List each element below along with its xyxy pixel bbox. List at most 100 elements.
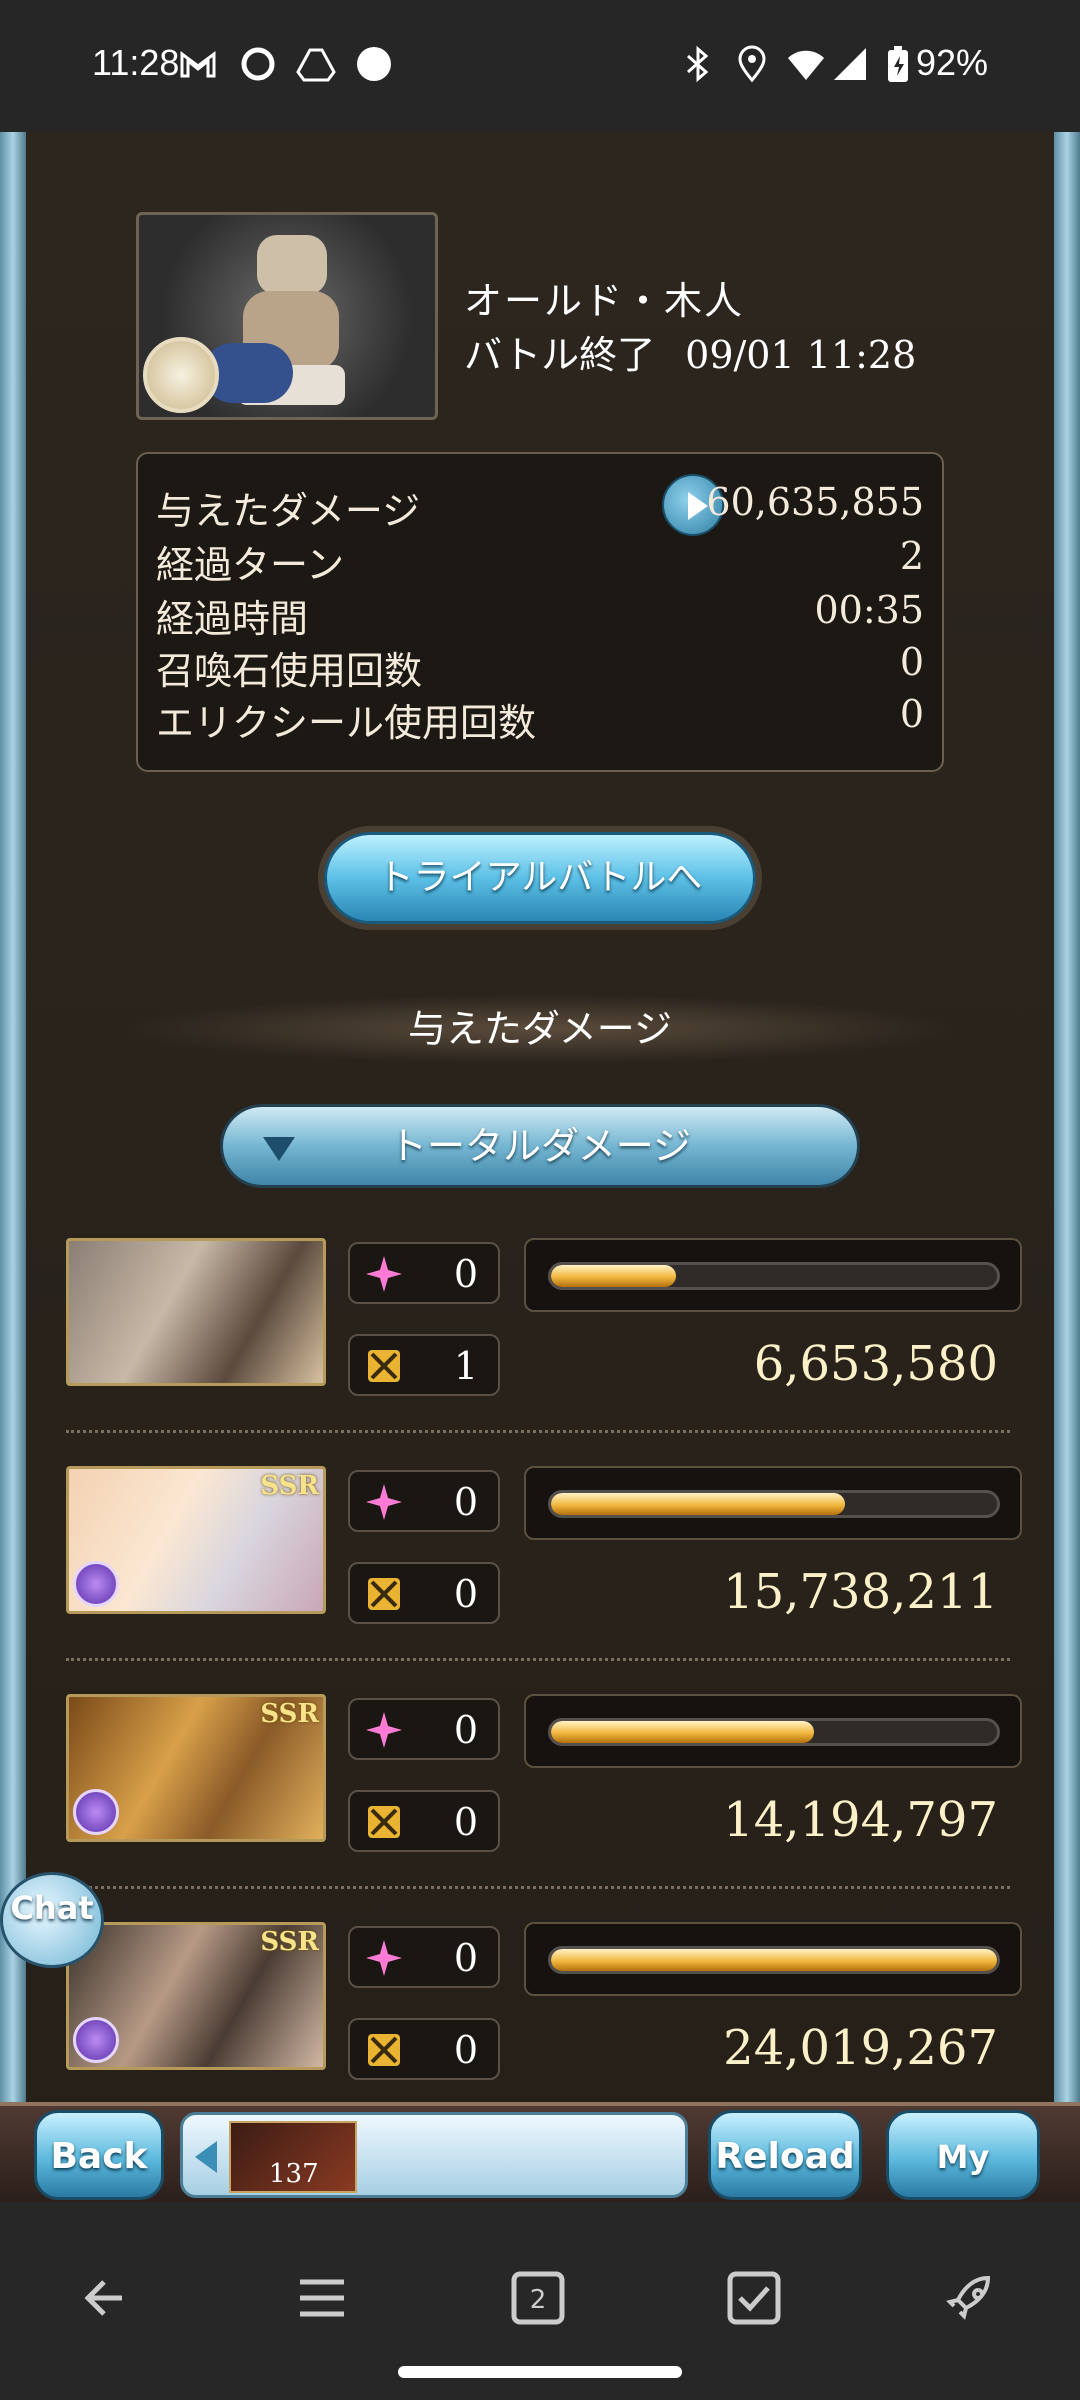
skill-counter: 0 xyxy=(348,1562,500,1624)
boss-portrait xyxy=(136,212,438,420)
frame-rail-left xyxy=(0,132,26,2102)
row-divider xyxy=(66,1886,1010,1889)
reload-button[interactable]: Reload xyxy=(708,2110,862,2200)
skill-count: 0 xyxy=(453,2028,478,2072)
damage-bar xyxy=(524,1238,1022,1312)
sparkle-icon xyxy=(366,1940,402,1976)
stat-label: 経過時間 xyxy=(156,597,309,641)
svg-text:2: 2 xyxy=(530,2285,547,2315)
battle-end-timestamp: 09/01 11:28 xyxy=(685,333,917,377)
damage-bar-fill xyxy=(551,1265,676,1287)
menu-icon[interactable] xyxy=(292,2268,352,2328)
home-indicator[interactable] xyxy=(398,2366,682,2378)
element-badge-icon xyxy=(143,337,219,413)
wifi-icon xyxy=(788,50,824,80)
damage-bar xyxy=(524,1922,1022,1996)
signal-icon xyxy=(834,48,866,80)
charge-attack-count: 0 xyxy=(453,1936,478,1980)
location-icon xyxy=(738,45,766,83)
battle-end-label: バトル終了 xyxy=(464,333,656,377)
row-divider xyxy=(66,1658,1010,1661)
game-viewport: オールド・木人 バトル終了 09/01 11:28 与えたダメージ 60,635,… xyxy=(0,132,1080,2202)
status-time: 11:28 xyxy=(92,42,180,83)
skill-count: 0 xyxy=(453,1800,478,1844)
drive-icon xyxy=(296,48,336,82)
tabs-icon[interactable]: 2 xyxy=(508,2268,568,2328)
quest-count: 137 xyxy=(269,2159,319,2189)
battery-percentage: 92% xyxy=(915,42,988,83)
stat-row-turns: 経過ターン 2 xyxy=(156,534,924,587)
stat-value: 0 xyxy=(899,640,924,684)
sparkle-icon xyxy=(366,1256,402,1292)
sparkle-icon xyxy=(366,1712,402,1748)
damage-type-dropdown[interactable]: トータルダメージ xyxy=(220,1104,860,1188)
battery-icon xyxy=(888,46,908,82)
frame-rail-right xyxy=(1054,132,1080,2102)
skill-counter: 1 xyxy=(348,1334,500,1396)
mypage-button[interactable]: My page xyxy=(886,2110,1040,2200)
party-member-row: 0 1 6,653,580 xyxy=(66,1238,1022,1466)
stat-value: 0 xyxy=(899,692,924,736)
charge-attack-counter: 0 xyxy=(348,1470,500,1532)
status-bar: 11:28 92% xyxy=(0,0,1080,132)
chat-button[interactable]: Chat xyxy=(0,1872,104,1968)
dark-element-icon xyxy=(73,1789,119,1835)
record-dot-icon xyxy=(357,47,391,81)
row-divider xyxy=(66,1430,1010,1433)
skill-count: 1 xyxy=(453,1344,478,1388)
damage-value: 24,019,267 xyxy=(723,2020,998,2076)
stat-row-elixirs: エリクシール使用回数 0 xyxy=(156,692,924,745)
stat-value: 2 xyxy=(899,534,924,578)
stat-label: エリクシール使用回数 xyxy=(156,701,537,745)
stat-row-summons: 召喚石使用回数 0 xyxy=(156,640,924,693)
charge-attack-counter: 0 xyxy=(348,1926,500,1988)
skill-count: 0 xyxy=(453,1572,478,1616)
character-portrait[interactable]: SSR xyxy=(66,1694,326,1842)
boss-name: オールド・木人 xyxy=(464,279,745,323)
damage-value: 14,194,797 xyxy=(723,1792,998,1848)
damage-value: 6,653,580 xyxy=(753,1336,998,1392)
damage-bar xyxy=(524,1694,1022,1768)
sync-circle-icon xyxy=(241,47,275,81)
checkbox-icon[interactable] xyxy=(724,2268,784,2328)
charge-attack-count: 0 xyxy=(453,1252,478,1296)
stat-label: 与えたダメージ xyxy=(156,489,421,533)
damage-bar xyxy=(524,1466,1022,1540)
skill-counter: 0 xyxy=(348,2018,500,2080)
battle-stats-box: 与えたダメージ 60,635,855 経過ターン 2 経過時間 00:35 召喚… xyxy=(136,452,944,772)
game-bottom-bar: Back 137 Reload My page xyxy=(0,2102,1080,2202)
damage-bar-fill xyxy=(551,1721,815,1743)
stat-value: 60,635,855 xyxy=(706,480,924,524)
damage-value: 15,738,211 xyxy=(723,1564,998,1620)
stat-row-damage: 与えたダメージ 60,635,855 xyxy=(156,474,924,536)
dark-element-icon xyxy=(73,1561,119,1607)
charge-attack-count: 0 xyxy=(453,1708,478,1752)
charge-attack-counter: 0 xyxy=(348,1242,500,1304)
quick-quest-panel[interactable]: 137 xyxy=(180,2112,688,2198)
chevron-down-icon xyxy=(263,1137,295,1161)
charge-attack-count: 0 xyxy=(453,1480,478,1524)
dropdown-selected-label: トータルダメージ xyxy=(388,1124,692,1168)
character-portrait[interactable] xyxy=(66,1238,326,1386)
back-button[interactable]: Back xyxy=(34,2110,164,2200)
skill-counter: 0 xyxy=(348,1790,500,1852)
battle-end-status: バトル終了 09/01 11:28 xyxy=(464,324,916,379)
party-member-row: SSR 0 0 15,738,211 xyxy=(66,1466,1022,1694)
crossed-swords-icon xyxy=(368,2034,400,2066)
crossed-swords-icon xyxy=(368,1350,400,1382)
stat-label: 経過ターン xyxy=(156,543,345,587)
trial-battle-button[interactable]: トライアルバトルへ xyxy=(324,832,756,924)
party-member-row: SSR 0 0 14,194,797 xyxy=(66,1694,1022,1922)
stat-row-time: 経過時間 00:35 xyxy=(156,588,924,641)
back-arrow-icon[interactable] xyxy=(76,2268,136,2328)
character-portrait[interactable]: SSR xyxy=(66,1922,326,2070)
stat-label: 召喚石使用回数 xyxy=(156,649,423,693)
arrow-left-icon[interactable] xyxy=(195,2141,217,2173)
character-portrait[interactable]: SSR xyxy=(66,1466,326,1614)
charge-attack-counter: 0 xyxy=(348,1698,500,1760)
navigation-bar: 2 xyxy=(0,2202,1080,2400)
section-title: 与えたダメージ xyxy=(120,994,960,1064)
bluetooth-icon xyxy=(687,45,709,83)
ssr-badge: SSR xyxy=(260,1699,319,1729)
rocket-icon[interactable] xyxy=(940,2268,1000,2328)
